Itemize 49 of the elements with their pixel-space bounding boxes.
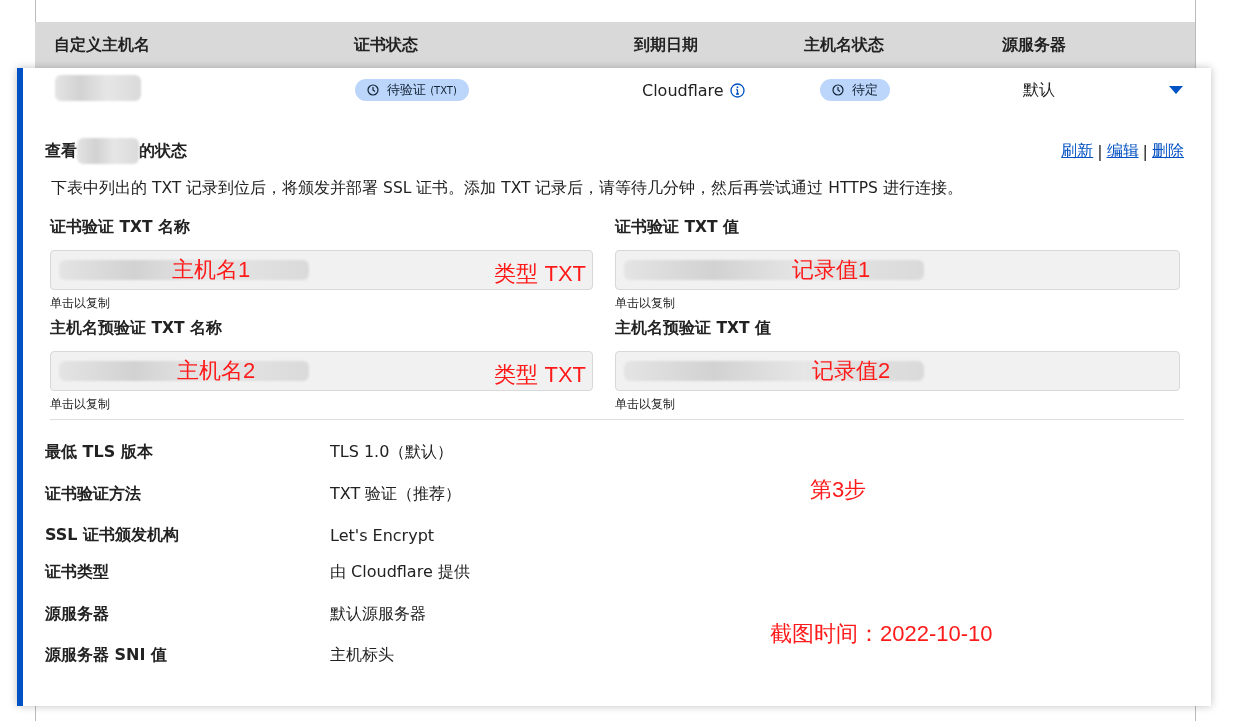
origin-text: 默认	[1023, 79, 1056, 101]
copy-field[interactable]: 记录值2	[615, 351, 1180, 391]
info-label: 证书验证方法	[45, 483, 142, 505]
annotation-text: 主机名2	[177, 357, 256, 385]
annotation-text: 类型 TXT	[494, 260, 586, 288]
action-link[interactable]: 编辑	[1106, 140, 1139, 162]
copy-field[interactable]: 记录值1	[615, 250, 1180, 290]
info-label: SSL 证书颁发机构	[45, 525, 181, 546]
separator: |	[1097, 141, 1103, 161]
info-label: 源服务器	[45, 603, 110, 625]
column-header: 自定义主机名	[54, 34, 151, 56]
field-label: 主机名预验证 TXT 名称	[50, 318, 223, 339]
column-header: 证书状态	[354, 34, 419, 56]
annotation-text: 主机名1	[172, 256, 251, 284]
info-value: TLS 1.0（默认）	[330, 442, 455, 463]
expiry-text: Cloudflare	[642, 80, 724, 100]
action-link[interactable]: 删除	[1152, 140, 1184, 162]
description-text: 下表中列出的 TXT 记录到位后，将颁发并部署 SSL 证书。添加 TXT 记录后，请等待几分钟，然后再尝试通过 HTTPS 进行连接。	[51, 178, 964, 199]
field-label: 主机名预验证 TXT 值	[615, 318, 772, 339]
field-label: 证书验证 TXT 名称	[50, 217, 191, 238]
details-title: 查看	[45, 140, 77, 162]
annotation-text: 第3步	[810, 477, 867, 502]
column-header: 主机名状态	[804, 34, 885, 56]
action-link[interactable]: 刷新	[1061, 140, 1094, 162]
copy-field[interactable]: 主机名2 类型 TXT	[50, 351, 593, 391]
copy-field[interactable]: 主机名1 类型 TXT	[50, 250, 593, 290]
info-value: Let's Encrypt	[330, 526, 436, 545]
field-label: 证书验证 TXT 值	[615, 217, 740, 238]
status-badge: 待验证 (TXT)	[355, 79, 469, 101]
copy-hint: 单击以复制	[50, 295, 111, 312]
annotation-text: 类型 TXT	[494, 361, 586, 389]
separator: |	[1142, 141, 1148, 161]
info-label: 最低 TLS 版本	[45, 442, 154, 463]
info-label: 源服务器 SNI 值	[45, 645, 168, 666]
info-value: 主机标头	[330, 645, 395, 666]
status-badge: 待定	[820, 79, 890, 101]
info-value: TXT 验证（推荐）	[330, 483, 463, 505]
info-value: 由 Cloudflare 提供	[330, 562, 471, 583]
annotation-text: 截图时间：2022-10-10	[770, 621, 993, 646]
details-title: 的状态	[139, 140, 187, 162]
copy-hint: 单击以复制	[615, 295, 676, 312]
annotation-text: 记录值2	[812, 357, 891, 385]
column-header: 到期日期	[634, 34, 699, 56]
info-value: 默认源服务器	[330, 603, 427, 625]
info-label: 证书类型	[45, 562, 110, 583]
annotation-text: 记录值1	[792, 256, 871, 284]
copy-hint: 单击以复制	[50, 396, 111, 413]
column-header: 源服务器	[1002, 34, 1067, 56]
copy-hint: 单击以复制	[615, 396, 676, 413]
